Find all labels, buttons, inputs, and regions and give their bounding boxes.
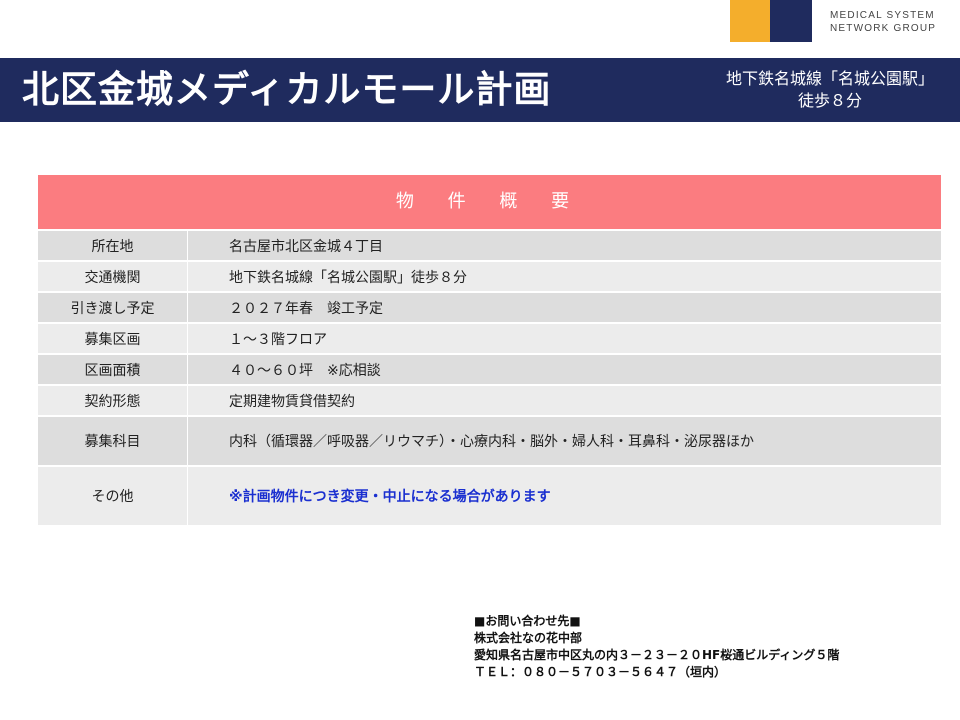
table-row: 契約形態 定期建物賃貸借契約: [38, 384, 941, 415]
table-row: その他 ※計画物件につき変更・中止になる場合があります: [38, 465, 941, 525]
logo-line-2: NETWORK GROUP: [830, 23, 937, 34]
contact-company: 株式会社なの花中部: [474, 631, 583, 645]
row-value: ４０～６０坪 ※応相談: [229, 362, 381, 379]
logo-orange-block: [730, 0, 770, 42]
row-value: ２０２７年春 竣工予定: [229, 300, 383, 317]
contact-block: ■お問い合わせ先■ 株式会社なの花中部 愛知県名古屋市中区丸の内３－２３－２０H…: [474, 613, 944, 681]
row-value: 定期建物賃貸借契約: [229, 393, 355, 410]
property-overview-table: 物 件 概 要 所在地 名古屋市北区金城４丁目 交通機関 地下鉄名城線「名城公園…: [38, 175, 941, 525]
contact-heading: ■お問い合わせ先■: [474, 614, 581, 628]
page-title: 北区金城メディカルモール計画: [22, 68, 552, 111]
table-row: 交通機関 地下鉄名城線「名城公園駅」徒歩８分: [38, 260, 941, 291]
row-label: 契約形態: [38, 386, 188, 415]
row-value: １～３階フロア: [229, 331, 327, 348]
table-row: 所在地 名古屋市北区金城４丁目: [38, 229, 941, 260]
row-value: 内科（循環器／呼吸器／リウマチ）・心療内科・脳外・婦人科・耳鼻科・泌尿器ほか: [229, 434, 754, 450]
table-row: 募集区画 １～３階フロア: [38, 322, 941, 353]
table-row: 区画面積 ４０～６０坪 ※応相談: [38, 353, 941, 384]
table-row: 引き渡し予定 ２０２７年春 竣工予定: [38, 291, 941, 322]
row-value-note: ※計画物件につき変更・中止になる場合があります: [229, 489, 551, 505]
row-label: 募集科目: [38, 417, 188, 465]
row-label: 所在地: [38, 231, 188, 260]
row-label: 区画面積: [38, 355, 188, 384]
station-line-2: 徒歩８分: [797, 91, 862, 110]
company-logo-text: MEDICAL SYSTEM NETWORK GROUP: [830, 9, 955, 35]
row-value: 名古屋市北区金城４丁目: [229, 238, 383, 255]
title-bar: 北区金城メディカルモール計画 地下鉄名城線「名城公園駅」 徒歩８分: [0, 58, 960, 122]
station-info: 地下鉄名城線「名城公園駅」 徒歩８分: [700, 68, 960, 112]
row-value: 地下鉄名城線「名城公園駅」徒歩８分: [229, 269, 467, 286]
logo-navy-block: [770, 0, 812, 42]
table-row: 募集科目 内科（循環器／呼吸器／リウマチ）・心療内科・脳外・婦人科・耳鼻科・泌尿…: [38, 415, 941, 465]
row-label: 募集区画: [38, 324, 188, 353]
logo-line-1: MEDICAL SYSTEM: [830, 10, 935, 21]
station-line-1: 地下鉄名城線「名城公園駅」: [725, 69, 934, 88]
row-label: 交通機関: [38, 262, 188, 291]
table-heading: 物 件 概 要: [38, 175, 941, 229]
contact-address: 愛知県名古屋市中区丸の内３－２３－２０HF桜通ビルディング５階: [474, 648, 840, 662]
row-label: 引き渡し予定: [38, 293, 188, 322]
row-label: その他: [38, 467, 188, 525]
contact-tel: ＴＥＬ：０８０－５７０３－５６４７（垣内）: [474, 665, 727, 679]
